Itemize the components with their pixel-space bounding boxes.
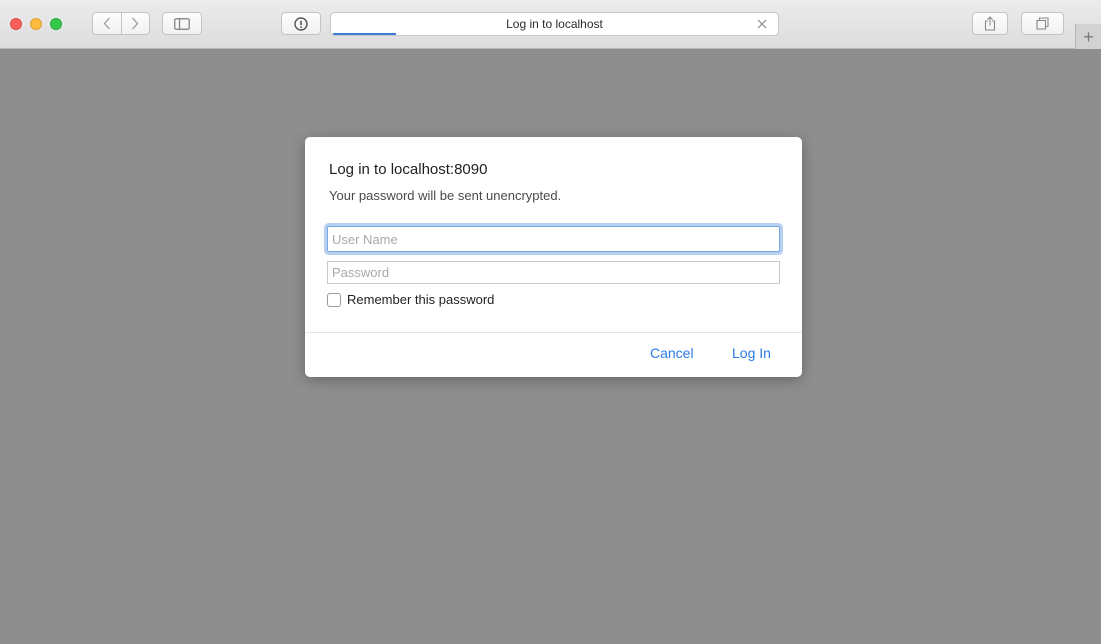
remember-password-option[interactable]: Remember this password xyxy=(327,292,494,307)
navigation-buttons xyxy=(92,12,150,35)
show-tabs-button[interactable] xyxy=(1021,12,1064,35)
plus-icon: + xyxy=(1083,26,1094,47)
forward-button[interactable] xyxy=(120,13,150,34)
remember-password-checkbox[interactable] xyxy=(327,292,341,307)
zoom-window-button[interactable] xyxy=(50,18,62,30)
log-in-button[interactable]: Log In xyxy=(732,345,771,361)
forward-icon xyxy=(132,17,139,30)
remember-password-label: Remember this password xyxy=(347,292,495,307)
dialog-divider xyxy=(305,332,802,333)
page-load-progress xyxy=(333,33,396,35)
reader-button[interactable] xyxy=(281,12,321,35)
password-field[interactable] xyxy=(327,261,780,284)
cancel-button[interactable]: Cancel xyxy=(650,345,694,361)
login-dialog: Log in to localhost:8090 Your password w… xyxy=(305,137,802,377)
stop-loading-button[interactable] xyxy=(754,16,770,32)
share-button[interactable] xyxy=(972,12,1008,35)
tab-title: Log in to localhost xyxy=(506,17,603,31)
minimize-window-button[interactable] xyxy=(30,18,42,30)
new-tab-button[interactable]: + xyxy=(1075,24,1101,49)
back-button[interactable] xyxy=(93,13,121,34)
username-field[interactable] xyxy=(327,226,780,252)
close-window-button[interactable] xyxy=(10,18,22,30)
share-icon xyxy=(984,16,996,31)
close-icon xyxy=(757,19,767,29)
sidebar-icon xyxy=(174,17,190,30)
dialog-title: Log in to localhost:8090 xyxy=(329,161,488,178)
reader-icon xyxy=(294,16,308,31)
browser-toolbar: Log in to localhost + xyxy=(0,0,1101,49)
address-bar[interactable]: Log in to localhost xyxy=(330,12,779,36)
dialog-subtitle: Your password will be sent unencrypted. xyxy=(329,188,562,203)
back-icon xyxy=(103,17,110,30)
tabs-icon xyxy=(1036,17,1049,30)
sidebar-button[interactable] xyxy=(162,12,202,35)
